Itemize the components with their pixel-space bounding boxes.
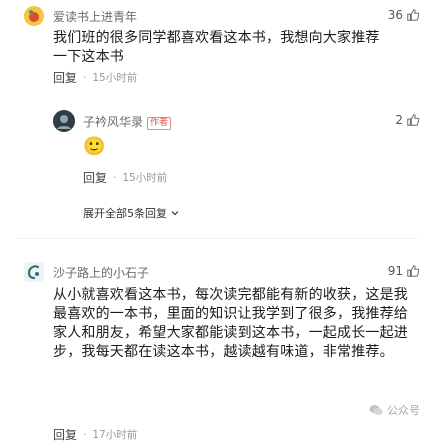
expand-replies-label: 展开全部5条回复 [83, 207, 167, 220]
author-reply-meta: 回复 · 15小时前 [83, 169, 167, 186]
comment-like-button[interactable]: 36 [388, 8, 420, 22]
reply-time: 15小时前 [122, 172, 168, 184]
comment-divider [18, 238, 418, 239]
avatar[interactable] [24, 262, 44, 282]
author-username[interactable]: 子衿风华录 作者 [83, 113, 172, 130]
comment-username[interactable]: 爱读书上进青年 [53, 8, 137, 25]
reply-button[interactable]: 回复 [53, 426, 77, 443]
comment-meta: 回复 · 15小时前 [53, 69, 137, 86]
author-avatar[interactable] [53, 110, 75, 132]
author-badge: 作者 [147, 117, 172, 130]
chevron-down-icon [171, 211, 179, 216]
comment-meta: 回复 · 17小时前 [53, 426, 137, 443]
comment-text: 我们班的很多同学都喜欢看这本书，我想向大家推荐一下这本书 [53, 30, 380, 65]
reply-button[interactable]: 回复 [53, 69, 77, 86]
thumb-up-icon [407, 9, 420, 21]
emoji-sticker-icon: 🙂 [83, 136, 106, 157]
separator-dot: · [113, 171, 117, 184]
comment-like-button[interactable]: 91 [388, 264, 420, 278]
reply-button[interactable]: 回复 [83, 169, 107, 186]
thumb-up-icon [407, 114, 420, 126]
author-name: 子衿风华录 [83, 115, 144, 129]
watermark-text: 公众号 [387, 404, 420, 417]
like-count: 36 [387, 8, 403, 22]
avatar[interactable] [24, 6, 44, 26]
separator-dot: · [83, 428, 87, 441]
avatar-image-icon [24, 6, 44, 26]
comment-time: 17小时前 [92, 429, 138, 441]
author-like-button[interactable]: 2 [395, 113, 420, 127]
expand-replies-button[interactable]: 展开全部5条回复 [83, 205, 180, 221]
author-avatar-image-icon [53, 110, 75, 132]
like-count: 2 [395, 113, 403, 127]
wechat-icon [369, 405, 383, 415]
separator-dot: · [83, 71, 87, 84]
like-count: 91 [387, 264, 403, 278]
watermark: 公众号 [369, 402, 420, 418]
thumb-up-icon [407, 265, 420, 277]
comment-text: 从小就喜欢看这本书，每次读完都能有新的收获，这是我最喜欢的一本书，里面的知识让我… [53, 287, 408, 360]
comment-username[interactable]: 沙子路上的小石子 [53, 264, 149, 281]
avatar-image-icon [24, 262, 44, 282]
comment-time: 15小时前 [92, 72, 138, 84]
